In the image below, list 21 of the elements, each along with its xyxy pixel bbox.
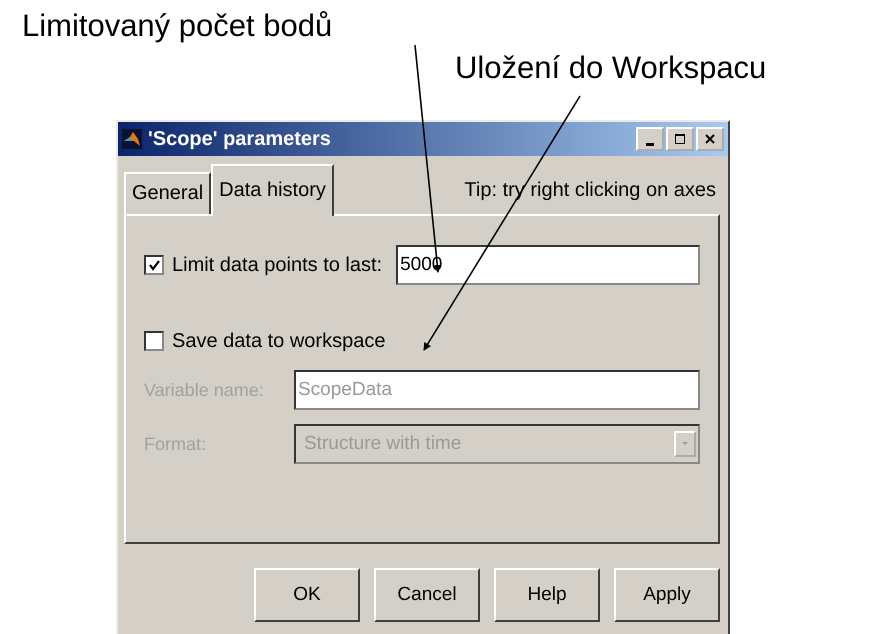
minimize-icon	[646, 142, 654, 146]
tab[interactable]: General	[124, 172, 212, 214]
dialog-button[interactable]: Help	[494, 568, 600, 622]
dialog-button[interactable]: Cancel	[374, 568, 480, 622]
maximize-button[interactable]	[666, 127, 694, 151]
dialog-button[interactable]: Apply	[614, 568, 720, 622]
tab[interactable]: Data history	[211, 164, 334, 216]
window-title: 'Scope' parameters	[148, 128, 332, 150]
maximize-icon	[675, 134, 685, 144]
dialog-button[interactable]: OK	[254, 568, 360, 622]
minimize-button[interactable]	[636, 127, 664, 151]
close-icon	[705, 134, 715, 144]
app-logo-icon	[122, 129, 142, 149]
annotation-label: Limitovaný počet bodů	[22, 8, 332, 44]
checkbox-label: Save data to workspace	[172, 330, 386, 352]
checkbox-label: Limit data points to last:	[172, 254, 382, 276]
close-button[interactable]	[696, 127, 724, 151]
checkbox[interactable]	[144, 331, 164, 351]
check-icon	[148, 258, 160, 272]
checkbox[interactable]	[144, 255, 164, 275]
annotation-label: Uložení do Workspacu	[455, 50, 766, 86]
